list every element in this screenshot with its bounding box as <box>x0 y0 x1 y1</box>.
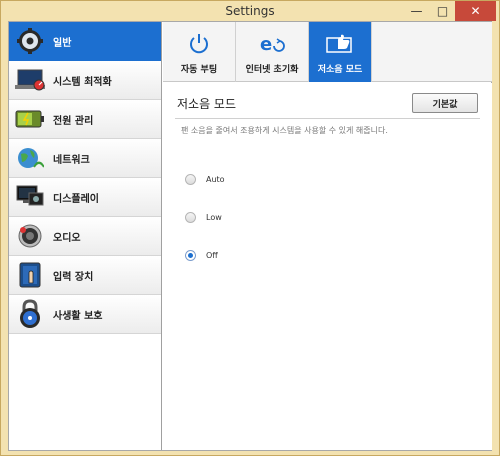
client-area: 일반 시스템 최적화 전원 관리 네트워크 디스플레이 오디오 입력 장치 사생… <box>8 21 492 451</box>
minimize-button[interactable]: — <box>403 1 430 21</box>
radio-auto[interactable]: Auto <box>185 174 225 185</box>
default-button[interactable]: 기본값 <box>412 93 478 113</box>
tab-internet-reset[interactable]: e 인터넷 초기화 <box>236 22 309 82</box>
sidebar-item-label: 입력 장치 <box>53 271 94 283</box>
sidebar-item-power[interactable]: 전원 관리 <box>9 100 161 139</box>
sidebar-item-system-optimization[interactable]: 시스템 최적화 <box>9 61 161 100</box>
laptop-gauge-icon <box>15 65 45 95</box>
gear-icon <box>15 26 45 56</box>
radio-low[interactable]: Low <box>185 212 222 223</box>
radio-label: Auto <box>206 175 225 184</box>
sidebar: 일반 시스템 최적화 전원 관리 네트워크 디스플레이 오디오 입력 장치 사생… <box>9 22 162 450</box>
svg-text:e: e <box>260 34 272 55</box>
sidebar-item-label: 시스템 최적화 <box>53 76 112 88</box>
description-text: 팬 소음을 줄여서 조용하게 시스템을 사용할 수 있게 해줍니다. <box>181 126 388 135</box>
radio-button[interactable] <box>185 174 196 185</box>
touch-icon <box>15 260 45 290</box>
tab-bar: 자동 부팅 e 인터넷 초기화 저소음 모드 <box>163 22 492 82</box>
tab-label: 저소음 모드 <box>317 65 363 75</box>
sidebar-item-display[interactable]: 디스플레이 <box>9 178 161 217</box>
padlock-icon <box>15 299 45 329</box>
tab-label: 인터넷 초기화 <box>245 65 299 75</box>
maximize-button[interactable]: □ <box>430 1 455 21</box>
power-icon <box>184 30 214 58</box>
settings-window: Settings — □ ✕ 일반 시스템 최적화 전원 관리 네트워크 디스플… <box>0 0 500 456</box>
sidebar-item-label: 사생활 보호 <box>53 310 103 322</box>
tab-quiet-mode[interactable]: 저소음 모드 <box>309 22 372 82</box>
sidebar-item-label: 디스플레이 <box>53 193 99 205</box>
sidebar-item-privacy[interactable]: 사생활 보호 <box>9 295 161 334</box>
speaker-icon <box>15 221 45 251</box>
tab-label: 자동 부팅 <box>180 65 218 75</box>
battery-icon <box>15 104 45 134</box>
display-icon <box>15 182 45 212</box>
sidebar-item-audio[interactable]: 오디오 <box>9 217 161 256</box>
close-button[interactable]: ✕ <box>455 1 496 21</box>
sidebar-item-input-device[interactable]: 입력 장치 <box>9 256 161 295</box>
radio-button[interactable] <box>185 212 196 223</box>
sidebar-item-network[interactable]: 네트워크 <box>9 139 161 178</box>
radio-label: Low <box>206 213 222 222</box>
radio-label: Off <box>206 251 218 260</box>
internet-reset-icon: e <box>257 30 287 58</box>
sidebar-item-label: 전원 관리 <box>53 115 94 127</box>
quiet-mode-panel: 저소음 모드 기본값 팬 소음을 줄여서 조용하게 시스템을 사용할 수 있게 … <box>163 83 492 450</box>
sidebar-item-label: 네트워크 <box>53 154 90 166</box>
radio-off[interactable]: Off <box>185 250 218 261</box>
page-title: 저소음 모드 <box>177 97 237 111</box>
sidebar-item-label: 오디오 <box>53 232 81 244</box>
divider <box>175 118 480 119</box>
sidebar-item-label: 일반 <box>53 37 72 49</box>
tab-auto-boot[interactable]: 자동 부팅 <box>163 22 236 82</box>
radio-button[interactable] <box>185 250 196 261</box>
sidebar-item-general[interactable]: 일반 <box>9 22 161 61</box>
quiet-mode-icon <box>325 30 355 58</box>
title-bar[interactable]: Settings — □ ✕ <box>1 1 499 23</box>
globe-wifi-icon <box>15 143 45 173</box>
